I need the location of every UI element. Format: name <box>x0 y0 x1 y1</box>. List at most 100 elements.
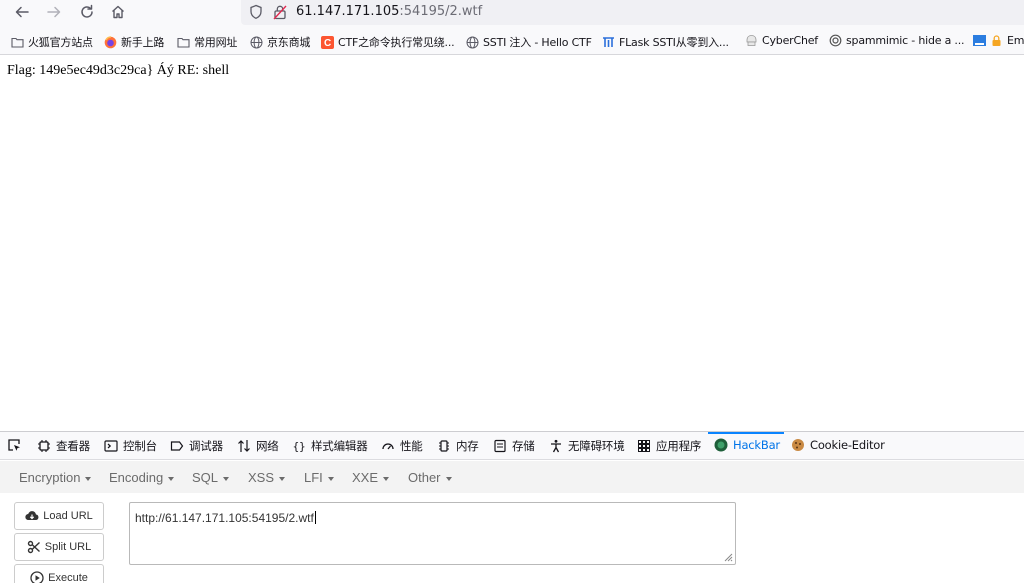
tab-label: 网络 <box>256 439 279 453</box>
caret-down-icon <box>445 476 452 481</box>
bookmark-label: 京东商城 <box>267 36 311 49</box>
bookmarks-bar: 火狐官方站点 新手上路 常用网址 京东商城 C CTF之命令执行常见绕... S… <box>0 27 1024 55</box>
bookmark-label: FLask SSTI从零到入... <box>619 36 729 49</box>
svg-text:{}: {} <box>293 440 306 453</box>
tab-inspector[interactable]: 查看器 <box>37 438 90 454</box>
resize-handle-icon[interactable] <box>723 552 733 562</box>
bookmark-label: 新手上路 <box>121 36 165 49</box>
bookmark-label: spammimic - hide a ... <box>846 34 965 47</box>
bookmark-item[interactable]: C CTF之命令执行常见绕... <box>321 34 455 50</box>
forward-button[interactable] <box>42 1 66 23</box>
folder-icon <box>11 37 24 48</box>
tab-accessibility[interactable]: 无障碍环境 <box>549 438 625 454</box>
element-picker-icon <box>8 439 20 451</box>
load-url-button[interactable]: Load URL <box>14 502 104 530</box>
split-url-button[interactable]: Split URL <box>14 533 104 561</box>
bookmark-item[interactable]: 火狐官方站点 <box>11 34 93 50</box>
spammimic-icon <box>829 34 842 47</box>
back-button[interactable] <box>10 1 34 23</box>
hackbar-url-text: http://61.147.171.105:54195/2.wtf <box>135 511 316 525</box>
reload-icon <box>81 4 93 18</box>
menu-encryption[interactable]: Encryption <box>19 470 92 485</box>
shield-icon[interactable] <box>249 4 263 20</box>
button-label: Load URL <box>43 510 93 522</box>
arrow-left-icon <box>15 6 29 18</box>
home-button[interactable] <box>106 1 130 23</box>
tab-label: 存储 <box>512 439 535 453</box>
bookmark-item[interactable]: 常用网址 <box>177 34 237 50</box>
cyberchef-icon <box>746 35 757 46</box>
cloud-download-icon <box>25 511 39 521</box>
tab-console[interactable]: 控制台 <box>104 438 157 454</box>
grid-icon <box>638 440 650 452</box>
storage-icon <box>494 439 506 453</box>
menu-label: LFI <box>304 470 323 485</box>
tab-debugger[interactable]: 调试器 <box>170 438 223 454</box>
folder-icon <box>177 37 190 48</box>
bookmark-label: CyberChef <box>762 34 818 47</box>
browser-toolbar: 61.147.171.105:54195/2.wtf <box>0 0 1024 27</box>
text-cursor <box>314 511 316 524</box>
url-path: :54195/2.wtf <box>399 4 483 19</box>
tab-label: 查看器 <box>56 439 90 453</box>
tab-performance[interactable]: 性能 <box>381 438 423 454</box>
tab-network[interactable]: 网络 <box>237 438 279 454</box>
tab-storage[interactable]: 存储 <box>493 438 535 454</box>
hackbar-icon <box>714 438 728 452</box>
tab-label: 内存 <box>456 439 479 453</box>
menu-other[interactable]: Other <box>408 470 452 485</box>
bookmark-item[interactable]: Em <box>973 34 1024 47</box>
cookie-icon <box>792 439 804 451</box>
inspector-icon <box>38 440 50 452</box>
debugger-icon <box>170 441 184 451</box>
site-icon <box>603 36 614 47</box>
menu-lfi[interactable]: LFI <box>304 470 334 485</box>
bookmark-label: 火狐官方站点 <box>28 36 93 49</box>
hackbar-url-value: http://61.147.171.105:54195/2.wtf <box>135 511 314 525</box>
arrow-right-icon <box>47 6 61 18</box>
bookmark-item[interactable]: spammimic - hide a ... <box>829 34 965 47</box>
network-icon <box>238 440 250 452</box>
caret-down-icon <box>279 476 286 481</box>
menu-xxe[interactable]: XXE <box>352 470 390 485</box>
tab-memory[interactable]: 内存 <box>437 438 479 454</box>
execute-button[interactable]: Execute <box>14 564 104 583</box>
tab-label: HackBar <box>733 438 780 452</box>
play-circle-icon <box>30 571 44 583</box>
firefox-icon <box>104 35 117 48</box>
caret-down-icon <box>168 476 175 481</box>
menu-sql[interactable]: SQL <box>192 470 230 485</box>
tab-label: 无障碍环境 <box>568 439 625 453</box>
tab-label: 控制台 <box>123 439 157 453</box>
caret-down-icon <box>223 476 230 481</box>
bookmark-item[interactable]: FLask SSTI从零到入... <box>602 34 729 50</box>
gauge-icon <box>382 443 394 450</box>
menu-label: SQL <box>192 470 219 485</box>
tab-application[interactable]: 应用程序 <box>637 438 701 454</box>
globe-icon <box>466 36 479 48</box>
bookmark-label: 常用网址 <box>194 36 238 49</box>
address-bar[interactable]: 61.147.171.105:54195/2.wtf <box>241 0 1024 25</box>
caret-down-icon <box>85 476 92 481</box>
bookmark-label: Em <box>1007 34 1024 47</box>
hackbar-url-textarea[interactable]: http://61.147.171.105:54195/2.wtf <box>129 502 736 565</box>
menu-encoding[interactable]: Encoding <box>109 470 175 485</box>
lock-icon <box>992 35 1001 46</box>
devtools-panel: 查看器 控制台 调试器 网络 {} 样式编辑器 性能 内存 存储 无障碍环境 应… <box>0 431 1024 583</box>
reload-button[interactable] <box>75 1 99 23</box>
tab-style-editor[interactable]: {} 样式编辑器 <box>292 438 368 454</box>
element-picker-button[interactable] <box>7 438 26 452</box>
memory-icon <box>439 440 449 452</box>
tab-hackbar[interactable]: HackBar <box>714 438 780 452</box>
menu-xss[interactable]: XSS <box>248 470 286 485</box>
button-label: Split URL <box>44 541 92 553</box>
bookmark-item[interactable]: 新手上路 <box>104 34 164 50</box>
menu-label: XXE <box>352 470 379 485</box>
insecure-lock-icon[interactable] <box>273 4 287 20</box>
bookmark-item[interactable]: 京东商城 <box>250 34 310 50</box>
bookmark-item[interactable]: SSTI 注入 - Hello CTF <box>466 34 592 50</box>
bookmark-item[interactable]: CyberChef <box>745 34 818 47</box>
site-icon <box>973 35 986 46</box>
tab-cookie-editor[interactable]: Cookie-Editor <box>791 438 885 452</box>
url-text[interactable]: 61.147.171.105:54195/2.wtf <box>296 4 482 19</box>
